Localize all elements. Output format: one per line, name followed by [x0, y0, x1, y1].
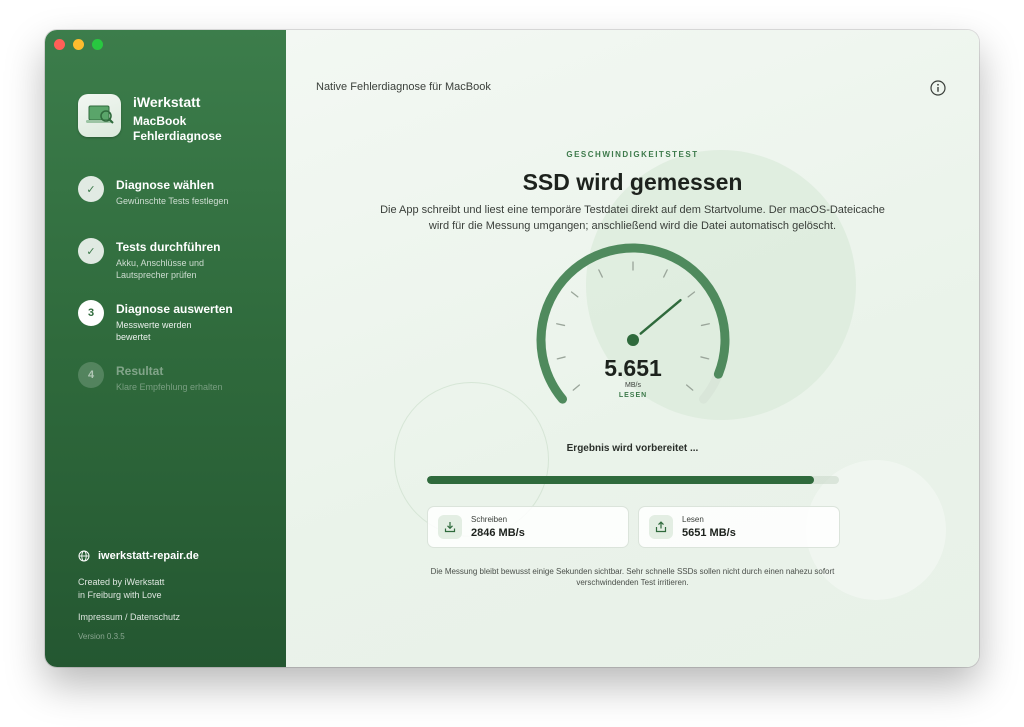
check-icon: ✓	[78, 238, 104, 264]
progress-bar	[427, 476, 839, 484]
read-speed-card: Lesen 5651 MB/s	[638, 506, 840, 548]
step-subtitle: Messwerte werden bewertet	[116, 320, 192, 342]
credits-line-2: in Freiburg with Love	[78, 590, 162, 600]
gauge-tick	[700, 323, 710, 327]
write-speed-card: Schreiben 2846 MB/s	[427, 506, 629, 548]
legal-links[interactable]: Impressum / Datenschutz	[78, 612, 199, 622]
credits: Created by iWerkstatt in Freiburg with L…	[78, 576, 199, 602]
status-text: Ergebnis wird vorbereitet ...	[566, 443, 699, 454]
sidebar: iWerkstatt MacBook Fehlerdiagnose ✓ Diag…	[45, 30, 286, 667]
step-title: Resultat	[116, 364, 164, 378]
write-value: 2846 MB/s	[471, 527, 525, 539]
gauge-tick	[663, 269, 668, 278]
app-icon	[78, 94, 121, 137]
sidebar-footer: iwerkstatt-repair.de Created by iWerksta…	[78, 550, 199, 641]
step-subtitle: Klare Empfehlung erhalten	[116, 382, 223, 392]
read-label: Lesen	[682, 515, 704, 524]
step-list: ✓ Diagnose wählen Gewünschte Tests festl…	[78, 176, 246, 424]
minimize-window-button[interactable]	[73, 39, 84, 50]
version-label: Version 0.3.5	[78, 632, 125, 641]
description: Die App schreibt und liest eine temporär…	[380, 204, 885, 232]
progress-fill	[427, 476, 815, 484]
step-3[interactable]: 3 Diagnose auswerten Messwerte werden be…	[78, 300, 246, 362]
brand-subtitle: MacBook Fehlerdiagnose	[133, 114, 222, 143]
info-icon[interactable]	[930, 80, 946, 96]
upload-icon	[649, 515, 673, 539]
step-title: Diagnose auswerten	[116, 302, 233, 316]
brand: iWerkstatt MacBook Fehlerdiagnose	[78, 94, 233, 144]
window-controls	[54, 39, 103, 50]
gauge-tick	[556, 323, 566, 327]
gauge-tick	[570, 291, 579, 298]
credits-line-1: Created by iWerkstatt	[78, 577, 165, 587]
step-subtitle: Gewünschte Tests festlegen	[116, 196, 229, 206]
gauge-tick	[687, 291, 696, 298]
close-window-button[interactable]	[54, 39, 65, 50]
gauge-tick	[598, 269, 603, 278]
website-link[interactable]: iwerkstatt-repair.de	[78, 550, 199, 562]
section-kicker: GESCHWINDIGKEITSTEST	[566, 150, 699, 159]
step-number: 3	[78, 300, 104, 326]
step-title: Diagnose wählen	[116, 178, 215, 192]
footnote: Die Messung bleibt bewusst einige Sekund…	[430, 567, 835, 587]
gauge-unit: MB/s	[625, 382, 641, 389]
step-subtitle: Akku, Anschlüsse und Lautsprecher prüfen	[116, 258, 205, 280]
read-value: 5651 MB/s	[682, 527, 736, 539]
download-icon	[438, 515, 462, 539]
maximize-window-button[interactable]	[92, 39, 103, 50]
brand-name: iWerkstatt	[133, 94, 201, 110]
step-4: 4 Resultat Klare Empfehlung erhalten	[78, 362, 246, 424]
step-number: 4	[78, 362, 104, 388]
gauge-needle	[639, 298, 682, 335]
check-icon: ✓	[78, 176, 104, 202]
step-title: Tests durchführen	[116, 240, 221, 254]
gauge-hub	[627, 334, 639, 346]
step-2[interactable]: ✓ Tests durchführen Akku, Anschlüsse und…	[78, 238, 246, 300]
step-1[interactable]: ✓ Diagnose wählen Gewünschte Tests festl…	[78, 176, 246, 238]
page-title: Native Fehlerdiagnose für MacBook	[316, 81, 491, 93]
app-window: iWerkstatt MacBook Fehlerdiagnose ✓ Diag…	[45, 30, 979, 667]
headline: SSD wird gemessen	[522, 169, 743, 195]
gauge-value: 5.651	[604, 355, 662, 381]
globe-icon	[78, 550, 90, 562]
website-url: iwerkstatt-repair.de	[98, 550, 199, 562]
main-panel: Native Fehlerdiagnose für MacBook GESCHW…	[286, 30, 979, 667]
gauge-mode: LESEN	[618, 392, 648, 399]
write-label: Schreiben	[471, 515, 508, 524]
